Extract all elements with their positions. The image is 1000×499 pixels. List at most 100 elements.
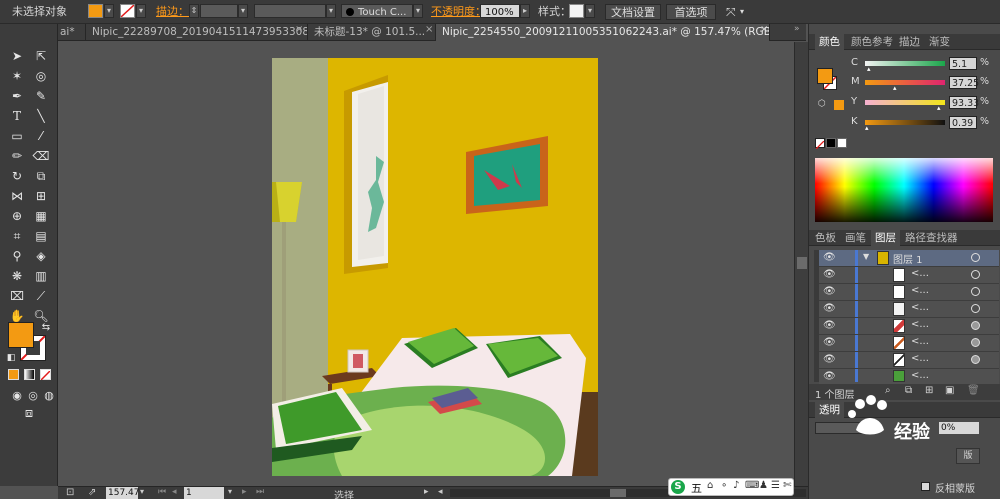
tab-doc-3[interactable]: 未标题-13* @ 101.5... [308,24,436,41]
slice-tool-icon[interactable]: ⟋ [32,288,50,304]
curvature-tool-icon[interactable]: ✎ [32,88,50,104]
artboard-illustration[interactable] [272,58,598,476]
slider-handle-icon[interactable]: ▴ [893,84,897,92]
target-icon[interactable] [971,253,980,262]
screen-mode-icon[interactable]: ⧈ [20,406,38,422]
style-dropdown[interactable]: ▾ [585,4,595,18]
type-tool-icon[interactable]: T [8,108,26,124]
eye-icon[interactable]: 👁︎ [823,252,836,263]
target-icon[interactable] [971,355,980,364]
opacity-input[interactable]: 100% [480,4,520,18]
blend-mode-select[interactable] [815,422,875,434]
slider-track[interactable] [865,120,945,125]
invert-mask-checkbox[interactable] [921,482,930,491]
status-menu-icon[interactable]: ▸ [424,487,429,497]
target-icon[interactable] [971,321,980,330]
black-swatch[interactable] [826,138,836,148]
tabs-overflow-icon[interactable]: » [794,24,800,34]
close-icon[interactable]: × [760,24,768,35]
last-page-icon[interactable]: ⏭ [256,487,264,497]
stroke-swatch[interactable] [120,4,135,18]
eyedropper-tool-icon[interactable]: ⚲ [8,248,26,264]
target-icon[interactable] [971,270,980,279]
eye-icon[interactable]: 👁︎ [823,371,836,382]
tab-color-guide[interactable]: 颜色参考 [847,34,897,50]
tab-swatches[interactable]: 色板 [811,230,840,246]
sublayer-row[interactable]: 👁︎ <... [819,318,999,335]
first-page-icon[interactable]: ⏮ [158,487,166,497]
target-icon[interactable] [971,304,980,313]
stroke-dropdown[interactable]: ▾ [136,4,146,18]
gamut-swatch[interactable] [834,100,844,110]
sublayer-row[interactable]: 👁︎ <... [819,301,999,318]
new-sublayer-icon[interactable]: ⊞ [925,385,933,396]
rotate-tool-icon[interactable]: ↻ [8,168,26,184]
slider-handle-icon[interactable]: ▴ [865,124,869,132]
slider-track[interactable] [865,61,945,66]
slider-track[interactable] [865,80,945,85]
pencil-tool-icon[interactable]: ✏ [8,148,26,164]
brush-definition[interactable]: Touch C... [341,4,413,18]
close-icon[interactable]: × [295,24,303,35]
magic-wand-tool-icon[interactable]: ✶ [8,68,26,84]
profile-dropdown[interactable]: ▾ [326,4,336,18]
collapse-arrow-icon[interactable]: ▼ [863,252,869,261]
target-icon[interactable] [971,338,980,347]
transparency-opacity-input[interactable]: 0% [939,422,979,434]
color-mode-icon[interactable] [8,369,19,380]
vertical-scrollbar[interactable] [794,42,808,486]
opacity-label[interactable]: 不透明度： [431,4,486,20]
tab-doc-active[interactable]: Nipic_2254550_20091211005351062243.ai* @… [436,24,770,41]
eye-icon[interactable]: 👁︎ [823,320,836,331]
arrange-dropdown-icon[interactable]: ▾ [740,4,744,20]
white-swatch[interactable] [837,138,847,148]
slider-handle-icon[interactable]: ▴ [937,104,941,112]
out-of-gamut-icon[interactable]: ⬡ [818,99,826,109]
stroke-weight-input[interactable] [200,4,238,18]
sublayer-row[interactable]: 👁︎ <... [819,284,999,301]
gradient-tool-icon[interactable]: ▤ [32,228,50,244]
tab-stroke[interactable]: 描边 [895,34,924,50]
free-transform-tool-icon[interactable]: ⊞ [32,188,50,204]
tab-color[interactable]: 颜色 [815,34,844,50]
fill-color-front[interactable] [8,322,34,348]
stroke-weight-stepper[interactable]: ⇕ [189,4,199,18]
target-icon[interactable] [971,287,980,296]
eraser-tool-icon[interactable]: ⌫ [32,148,50,164]
variable-width-profile[interactable] [254,4,326,18]
paintbrush-tool-icon[interactable]: ⁄ [32,128,50,144]
stroke-weight-dropdown[interactable]: ▾ [238,4,248,18]
prev-page-icon[interactable]: ◂ [172,487,177,497]
zoom-dropdown-icon[interactable]: ▾ [140,487,144,496]
eye-icon[interactable]: 👁︎ [823,337,836,348]
tab-layers[interactable]: 图层 [871,230,900,246]
locate-object-icon[interactable]: ⌕ [885,385,891,396]
scroll-thumb[interactable] [797,257,807,269]
document-setup-button[interactable]: 文档设置 [605,4,661,20]
next-page-icon[interactable]: ▸ [242,487,247,497]
gradient-mode-icon[interactable] [24,369,35,380]
ime-toolbar[interactable]: S 五 ⌂ ∘ ♪ ⌨ ♟ ☰ ✄ [668,478,794,496]
brush-dropdown[interactable]: ▾ [413,4,423,18]
slider-track[interactable] [865,100,945,105]
tab-gradient[interactable]: 渐变 [925,34,954,50]
tab-doc-1[interactable]: ai* [58,24,86,41]
scale-tool-icon[interactable]: ⧉ [32,168,50,184]
blend-tool-icon[interactable]: ◈ [32,248,50,264]
tab-transparency[interactable]: 透明 [815,402,844,418]
pen-tool-icon[interactable]: ✒ [8,88,26,104]
page-dropdown-icon[interactable]: ▾ [228,487,232,496]
draw-inside-icon[interactable]: ◍ [40,388,58,404]
slider-handle-icon[interactable]: ▴ [867,65,871,73]
share-icon[interactable]: ⇗ [88,487,96,498]
sogou-icon[interactable]: S [671,480,685,494]
fill-dropdown[interactable]: ▾ [104,4,114,18]
delete-layer-icon[interactable]: 🗑︎ [967,385,980,396]
make-mask-button[interactable]: 版 [956,448,980,464]
swap-colors-icon[interactable]: ⇆ [37,320,55,336]
line-tool-icon[interactable]: ╲ [32,108,50,124]
artboard-nav-icon[interactable]: ⊡ [66,487,74,498]
page-input[interactable]: 1 [184,487,224,499]
eye-icon[interactable]: 👁︎ [823,286,836,297]
none-mode-icon[interactable] [40,369,51,381]
